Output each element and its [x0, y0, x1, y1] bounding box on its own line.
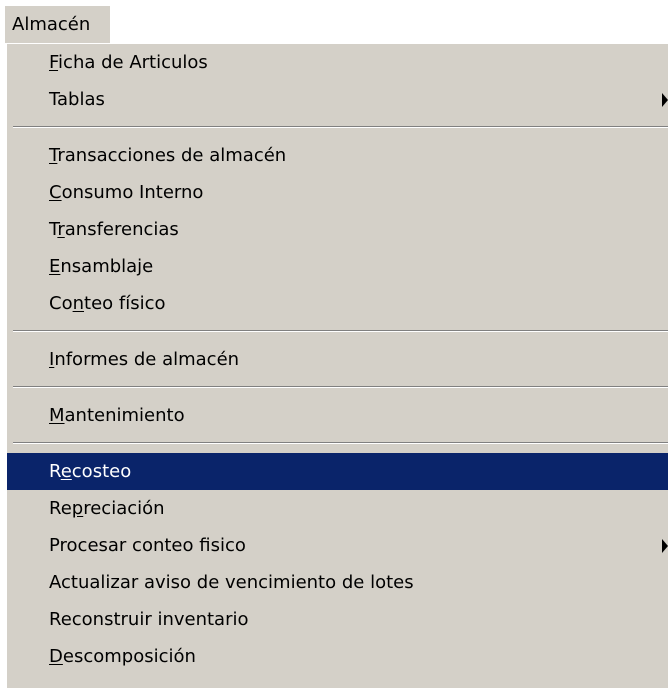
menubar-item-label: Almacén: [12, 14, 91, 35]
menu-item-label-text: Co: [49, 293, 73, 314]
menu-separator: [7, 434, 668, 453]
menu-item-label: Repreciación: [49, 498, 165, 519]
menu-item-mnemonic: F: [49, 52, 59, 73]
menu-item-label-text: nsamblaje: [60, 256, 154, 277]
menu-item[interactable]: Actualizar aviso de vencimiento de lotes: [7, 564, 668, 601]
menu-separator: [7, 118, 668, 137]
menu-item[interactable]: Ensamblaje: [7, 248, 668, 285]
menu-item-label-text: escomposición: [62, 646, 196, 667]
menu-item[interactable]: Ficha de Articulos: [7, 44, 668, 81]
menu-item[interactable]: Transacciones de almacén: [7, 137, 668, 174]
menu-item-label: Ensamblaje: [49, 256, 153, 277]
submenu-arrow-icon: [662, 93, 668, 107]
menu-item-label: Conteo físico: [49, 293, 166, 314]
menu-item-mnemonic: r: [57, 219, 65, 240]
menu-item-label: Descomposición: [49, 646, 196, 667]
menu-item-label: Transferencias: [49, 219, 179, 240]
menu-item[interactable]: Informes de almacén: [7, 341, 668, 378]
menu-item-label: Mantenimiento: [49, 405, 185, 426]
menu-item-label-text: onsumo Interno: [61, 182, 204, 203]
menu-item[interactable]: Procesar conteo fisico: [7, 527, 668, 564]
menu-item[interactable]: Repreciación: [7, 490, 668, 527]
menu-item-label-text: nformes de almacén: [54, 349, 240, 370]
menu-item-mnemonic: D: [49, 646, 63, 667]
menu-item-label: Informes de almacén: [49, 349, 239, 370]
menu-item-label-text: icha de Articulos: [58, 52, 208, 73]
menu-item-mnemonic: E: [49, 256, 61, 277]
menu-item-label-text: reciación: [83, 498, 165, 519]
menu-item-mnemonic: n: [72, 293, 85, 314]
menu-item-mnemonic: C: [49, 182, 62, 203]
menu-item[interactable]: Reconstruir inventario: [7, 601, 668, 638]
menu-item[interactable]: Transferencias: [7, 211, 668, 248]
menu-item-label-text: ransacciones de almacén: [57, 145, 287, 166]
menu-item-label-text: Reconstruir inventario: [49, 609, 249, 630]
menu-item-label: Actualizar aviso de vencimiento de lotes: [49, 572, 414, 593]
menu-item-mnemonic: M: [49, 405, 65, 426]
menu-item-label: Reconstruir inventario: [49, 609, 249, 630]
menu-item[interactable]: Descomposición: [7, 638, 668, 675]
menu-item-label: Ficha de Articulos: [49, 52, 208, 73]
menu-item-label-text: R: [49, 461, 61, 482]
menu-separator: [7, 378, 668, 397]
menu-item-label-text: antenimiento: [64, 405, 185, 426]
dropdown-menu: Ficha de Articulos Tablas Transacciones de…: [6, 43, 668, 688]
menu-item[interactable]: Mantenimiento: [7, 397, 668, 434]
menu-item[interactable]: Tablas: [7, 81, 668, 118]
menu-item-label-text: Re: [49, 498, 72, 519]
menu-item-label: Tablas: [49, 89, 105, 110]
menu-item-label-text: Procesar conteo fisico: [49, 535, 246, 556]
menu-item-label: Consumo Interno: [49, 182, 203, 203]
menu-item[interactable]: Recosteo: [7, 453, 668, 490]
menu-item-label: Recosteo: [49, 461, 131, 482]
menu-item-mnemonic: p: [71, 498, 84, 519]
menu-item-label-text: costeo: [71, 461, 132, 482]
menu-item-label-text: Tablas: [49, 89, 105, 110]
menu-item-mnemonic: e: [60, 461, 72, 482]
menu-item-label: Transacciones de almacén: [49, 145, 286, 166]
menu-item[interactable]: Consumo Interno: [7, 174, 668, 211]
menu-item-label-text: Actualizar aviso de vencimiento de lotes: [49, 572, 414, 593]
menubar-item-almacen[interactable]: Almacén: [5, 6, 110, 43]
menu-item-label-text: teo físico: [84, 293, 166, 314]
menu-item-label: Procesar conteo fisico: [49, 535, 246, 556]
menu-item[interactable]: Conteo físico: [7, 285, 668, 322]
submenu-arrow-icon: [662, 539, 668, 553]
menu-separator: [7, 322, 668, 341]
menu-item-label-text: ansferencias: [64, 219, 179, 240]
